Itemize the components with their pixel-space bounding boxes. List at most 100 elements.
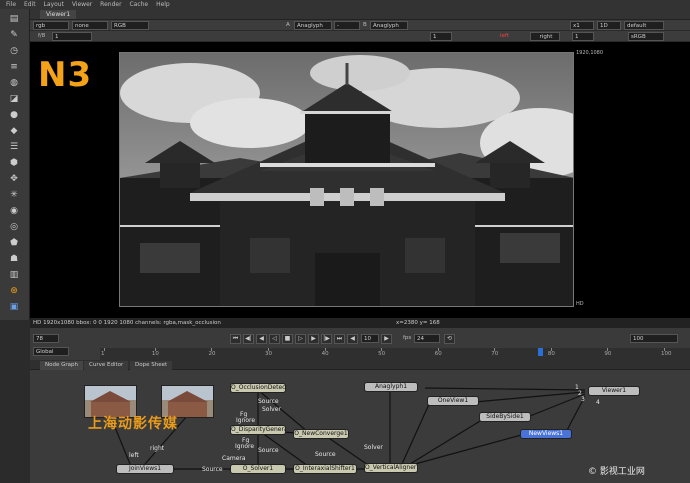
- step-back-button[interactable]: ◀: [347, 334, 358, 344]
- tab-viewer1[interactable]: Viewer1: [40, 10, 77, 19]
- furnace-tool-icon[interactable]: ▥: [7, 269, 21, 281]
- end-frame-field[interactable]: 100: [630, 334, 678, 343]
- loop-button[interactable]: ⟲: [444, 334, 455, 344]
- menu-help[interactable]: Help: [156, 1, 170, 8]
- node-oneview[interactable]: OneView1: [427, 396, 479, 406]
- time-tool-icon[interactable]: ◷: [7, 45, 21, 57]
- play-backward-button[interactable]: ◁: [269, 334, 280, 344]
- wipe-mode-select[interactable]: -: [334, 21, 360, 30]
- frame-input[interactable]: 78: [33, 334, 59, 343]
- timeline-tick-label: 30: [265, 351, 273, 357]
- play-forward-button[interactable]: ▷: [295, 334, 306, 344]
- first-frame-button[interactable]: ⏮: [230, 334, 241, 344]
- overlay-label: N3: [38, 55, 93, 95]
- node-joinviews[interactable]: JoinViews1: [116, 464, 174, 474]
- menu-edit[interactable]: Edit: [24, 1, 36, 8]
- view-tool-icon[interactable]: ◎: [7, 221, 21, 233]
- 3d-stereo-tool-icon[interactable]: ▣: [7, 301, 21, 313]
- b-input-select[interactable]: Anaglyph: [370, 21, 408, 30]
- step-forward-button[interactable]: ▶: [381, 334, 392, 344]
- node-graph-tab-bar: Node Graph Curve Editor Dope Sheet: [30, 360, 690, 370]
- draw-tool-icon[interactable]: ✎: [7, 29, 21, 41]
- channel-tool-icon[interactable]: ≡: [7, 61, 21, 73]
- format-info: HD 1920x1080 bbox: 0 0 1920 1080 channel…: [33, 320, 221, 326]
- layer-tool-icon[interactable]: ☰: [7, 141, 21, 153]
- a-input-select[interactable]: Anaglyph: [294, 21, 332, 30]
- timeline-tick-label: 1: [101, 351, 105, 357]
- node-occlusion-detector[interactable]: O_OcclusionDetector1: [230, 383, 286, 393]
- proxy-select[interactable]: 1D: [597, 21, 621, 30]
- channels-select[interactable]: rgb: [33, 21, 69, 30]
- node-viewer[interactable]: Viewer1: [588, 386, 640, 396]
- cursor-coords: x=2380 y= 168: [396, 320, 440, 326]
- edge-label-source-join: Source: [202, 466, 223, 473]
- merge-tool-icon[interactable]: ◆: [7, 125, 21, 137]
- other-tool-icon[interactable]: ☗: [7, 253, 21, 265]
- menu-cache[interactable]: Cache: [129, 1, 148, 8]
- tab-dope-sheet[interactable]: Dope Sheet: [130, 361, 173, 370]
- node-solver[interactable]: O_Solver1: [230, 464, 286, 474]
- zoom-select[interactable]: x1: [570, 21, 594, 30]
- range-mode-select[interactable]: Global: [33, 347, 69, 356]
- a-input-label: A: [286, 22, 290, 28]
- timeline-tick-label: 40: [321, 351, 329, 357]
- last-frame-button[interactable]: ⏭: [334, 334, 345, 344]
- timeline-tick-label: 100: [661, 351, 672, 357]
- edge-label-source-3: Source: [315, 451, 336, 458]
- edge-label-solver-2: Solver: [364, 444, 383, 451]
- lut-select[interactable]: default: [624, 21, 664, 30]
- prev-frame-button[interactable]: ◀: [256, 334, 267, 344]
- menu-file[interactable]: File: [6, 1, 16, 8]
- timeline-tick-label: 70: [491, 351, 499, 357]
- 3d-tool-icon[interactable]: ⬢: [7, 157, 21, 169]
- particle-tool-icon[interactable]: ✳: [7, 189, 21, 201]
- display-channel-select[interactable]: RGB: [111, 21, 149, 30]
- colorspace-select[interactable]: sRGB: [628, 32, 664, 41]
- filter-tool-icon[interactable]: ◪: [7, 93, 21, 105]
- stop-button[interactable]: ■: [282, 334, 293, 344]
- deep-tool-icon[interactable]: ◉: [7, 205, 21, 217]
- edge-label-right: right: [150, 445, 165, 452]
- timeline-tick-label: 20: [208, 351, 216, 357]
- fstop-field[interactable]: 1: [52, 32, 92, 41]
- step-field[interactable]: 10: [361, 334, 379, 343]
- watermark-text: 上海动影传媒: [88, 416, 178, 432]
- transform-tool-icon[interactable]: ✥: [7, 173, 21, 185]
- node-disparity-generator[interactable]: O_DisparityGenerator1: [230, 425, 286, 435]
- keyer-tool-icon[interactable]: ●: [7, 109, 21, 121]
- tab-curve-editor[interactable]: Curve Editor: [84, 361, 129, 370]
- timeline[interactable]: 1 10 20 30 40 50 60 70 80 90 100: [100, 348, 690, 360]
- edge-label-ignore-2: Ignore: [235, 443, 255, 450]
- node-newviews[interactable]: NewViews1: [520, 429, 572, 439]
- node-new-converge[interactable]: O_NewConverge1: [293, 429, 349, 439]
- menu-viewer[interactable]: Viewer: [72, 1, 92, 8]
- ip-field[interactable]: 1: [430, 32, 452, 41]
- tab-node-graph[interactable]: Node Graph: [40, 361, 83, 370]
- temple-image: [120, 53, 573, 306]
- viewer-tab-bar: Viewer1: [30, 9, 690, 20]
- format-label-top: 1920,1080: [576, 50, 604, 56]
- layer-select[interactable]: none: [72, 21, 108, 30]
- node-sidebyside[interactable]: SideBySide1: [479, 412, 531, 422]
- edge-label-left: left: [129, 452, 139, 459]
- ocula-tool-icon[interactable]: ⊛: [7, 285, 21, 297]
- next-frame-button[interactable]: ▶: [308, 334, 319, 344]
- view-left-button[interactable]: left: [500, 32, 509, 41]
- frame-field[interactable]: 1: [572, 32, 594, 41]
- menu-layout[interactable]: Layout: [44, 1, 64, 8]
- node-interaxial-shifter[interactable]: O_InteraxialShifter1: [293, 464, 357, 474]
- image-tool-icon[interactable]: ▤: [7, 13, 21, 25]
- prev-keyframe-button[interactable]: ◀|: [243, 334, 254, 344]
- view-right-button[interactable]: right: [530, 32, 560, 41]
- node-vertical-aligner[interactable]: O_VerticalAligner1: [364, 463, 418, 473]
- playhead[interactable]: [537, 348, 543, 356]
- node-anaglyph[interactable]: Anaglyph1: [364, 382, 418, 392]
- timeline-tick-label: 90: [604, 351, 612, 357]
- edge-label-source-2: Source: [258, 447, 279, 454]
- color-tool-icon[interactable]: ◍: [7, 77, 21, 89]
- next-keyframe-button[interactable]: |▶: [321, 334, 332, 344]
- metadata-tool-icon[interactable]: ⬟: [7, 237, 21, 249]
- menu-render[interactable]: Render: [100, 1, 121, 8]
- viewer-controls-bottom: f/8 1 1 left right 1 sRGB: [30, 31, 690, 42]
- fps-field[interactable]: 24: [414, 334, 440, 343]
